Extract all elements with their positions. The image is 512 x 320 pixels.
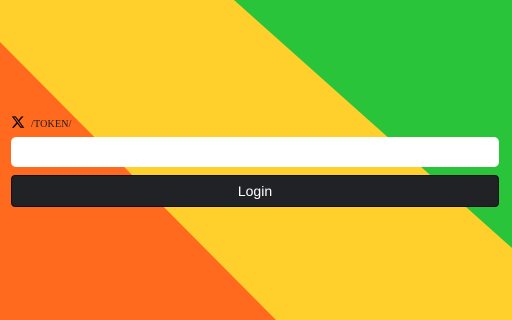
token-label-row: /TOKEN/ bbox=[11, 113, 499, 131]
token-label: /TOKEN/ bbox=[31, 118, 72, 130]
x-logo-icon bbox=[11, 115, 25, 129]
login-form: /TOKEN/ Login bbox=[11, 113, 499, 207]
login-button[interactable]: Login bbox=[11, 175, 499, 207]
token-input[interactable] bbox=[11, 137, 499, 167]
